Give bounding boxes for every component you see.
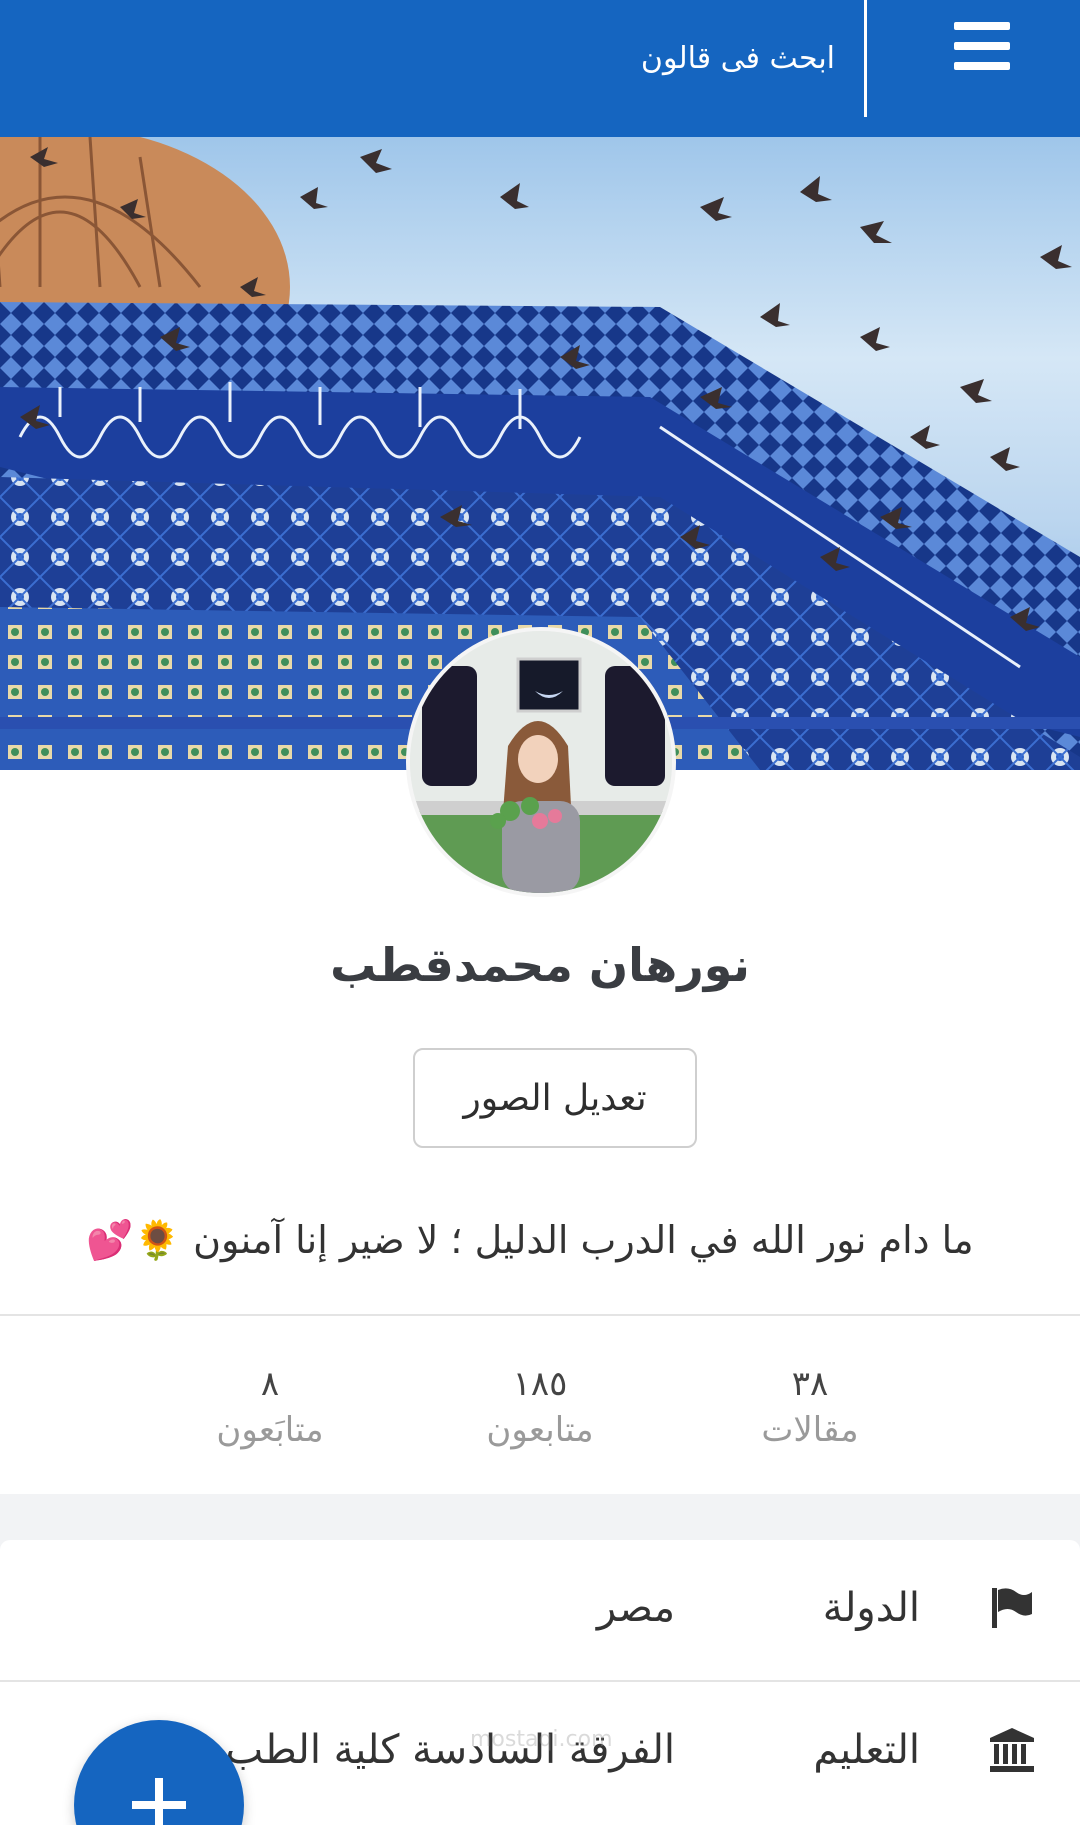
header-divider bbox=[864, 0, 867, 117]
stat-following[interactable]: ٨ متابَعون bbox=[170, 1362, 370, 1454]
search-link[interactable]: ابحث فى قالون bbox=[641, 36, 835, 82]
institution-icon bbox=[990, 1728, 1034, 1772]
avatar[interactable] bbox=[406, 627, 676, 897]
info-country-value: مصر bbox=[596, 1585, 675, 1631]
stat-articles-count: ٣٨ bbox=[791, 1364, 829, 1404]
profile-page: ابحث فى قالون نورهان محمدقطب تعديل الصور… bbox=[0, 0, 1080, 1825]
stat-following-label: متابَعون bbox=[216, 1410, 324, 1450]
hamburger-menu-icon[interactable] bbox=[954, 22, 1010, 70]
divider bbox=[0, 1314, 1080, 1316]
stat-articles-label: مقالات bbox=[761, 1410, 859, 1450]
info-education-label: التعليم bbox=[813, 1727, 920, 1773]
profile-name: نورهان محمدقطب bbox=[330, 938, 750, 992]
stat-articles[interactable]: ٣٨ مقالات bbox=[710, 1362, 910, 1454]
edit-photos-button[interactable]: تعديل الصور bbox=[413, 1048, 697, 1148]
profile-bio: ما دام نور الله في الدرب الدليل ؛ لا ضير… bbox=[86, 1218, 974, 1262]
info-country-label: الدولة bbox=[822, 1585, 920, 1631]
info-row-country: الدولة مصر bbox=[0, 1540, 1080, 1680]
stat-following-count: ٨ bbox=[260, 1364, 280, 1404]
stat-followers[interactable]: ١٨٥ متابعون bbox=[440, 1362, 640, 1454]
top-bar: ابحث فى قالون bbox=[0, 0, 1080, 137]
stat-followers-label: متابعون bbox=[486, 1410, 594, 1450]
flag-icon bbox=[992, 1588, 1032, 1628]
watermark: mostaqi.com bbox=[470, 1727, 613, 1752]
stat-followers-count: ١٨٥ bbox=[512, 1364, 568, 1404]
